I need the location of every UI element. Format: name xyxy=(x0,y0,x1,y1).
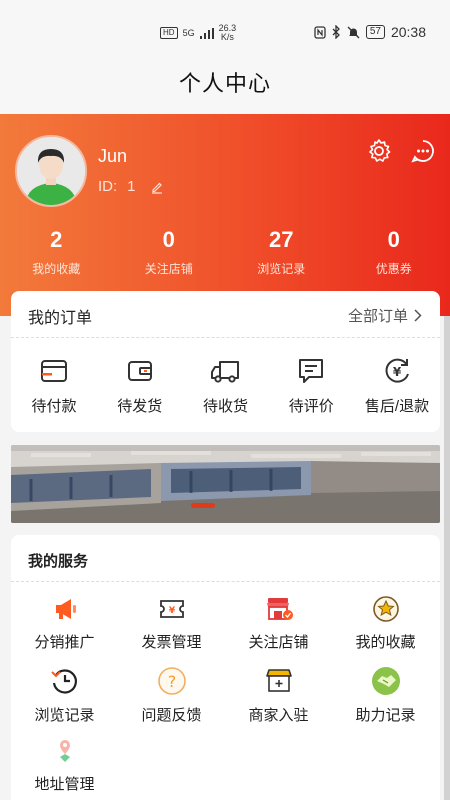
card-icon xyxy=(41,360,67,382)
svg-text:¥: ¥ xyxy=(393,365,402,379)
service-label: 发票管理 xyxy=(141,634,202,651)
all-orders-link[interactable]: 全部订单 xyxy=(348,305,422,326)
order-label: 待收货 xyxy=(202,398,248,415)
service-distribution[interactable]: 分销推广 xyxy=(11,595,118,666)
user-id-value: 1 xyxy=(127,178,136,195)
service-label: 关注店铺 xyxy=(248,634,309,651)
avatar-icon xyxy=(17,137,85,205)
location-icon xyxy=(59,740,70,762)
chevron-right-icon xyxy=(414,309,422,322)
status-bar: HD 5G 26.3 K/s 57 20:38 xyxy=(0,0,450,64)
nfc-icon xyxy=(314,25,326,39)
service-boost-records[interactable]: 助力记录 xyxy=(332,666,439,737)
order-label: 待发货 xyxy=(117,398,163,415)
service-label: 助力记录 xyxy=(355,707,416,724)
star-icon xyxy=(372,596,399,622)
network-indicator: 5G xyxy=(182,28,195,38)
network-speed: 26.3 K/s xyxy=(218,23,237,42)
history-icon xyxy=(50,669,77,694)
invoice-icon: ¥ xyxy=(159,600,184,618)
stat-label: 浏览记录 xyxy=(257,262,306,276)
signal-icon xyxy=(199,27,214,39)
order-pending-review[interactable]: 待评价 xyxy=(276,356,346,416)
svg-text:¥: ¥ xyxy=(168,606,175,616)
services-card: 我的服务 分销推广 ¥ 发票管理 关注店铺 我的收藏 浏览记录 ? 问题反馈 商… xyxy=(11,535,440,800)
services-title: 我的服务 xyxy=(28,553,89,570)
promo-banner[interactable] xyxy=(11,445,440,523)
services-header: 我的服务 xyxy=(11,535,440,582)
order-label: 售后/退款 xyxy=(364,398,430,415)
svg-text:?: ? xyxy=(167,672,176,691)
clock: 20:38 xyxy=(390,24,426,40)
stat-value: 2 xyxy=(50,227,63,252)
page-title: 个人中心 xyxy=(178,71,271,96)
service-address[interactable]: 地址管理 xyxy=(11,737,118,800)
battery-indicator: 57 xyxy=(365,25,385,39)
orders-card: 我的订单 全部订单 待付款 待发货 待收货 待评价 ¥ 售后/退款 xyxy=(11,291,440,432)
stat-label: 我的收藏 xyxy=(32,262,81,276)
stat-coupons[interactable]: 0 优惠券 xyxy=(338,226,450,277)
stat-value: 27 xyxy=(269,227,294,252)
hd-badge: HD xyxy=(160,27,178,39)
stat-value: 0 xyxy=(162,227,175,252)
stat-label: 优惠券 xyxy=(375,262,412,276)
handshake-icon xyxy=(371,667,400,695)
service-label: 地址管理 xyxy=(34,776,95,793)
stat-label: 关注店铺 xyxy=(144,262,193,276)
stat-browse-history[interactable]: 27 浏览记录 xyxy=(225,226,338,277)
username: Jun xyxy=(98,146,128,166)
shop-icon xyxy=(266,598,293,620)
services-grid: 分销推广 ¥ 发票管理 关注店铺 我的收藏 浏览记录 ? 问题反馈 商家入驻 助… xyxy=(11,595,440,800)
order-label: 待付款 xyxy=(31,398,77,415)
stats-row: 2 我的收藏 0 关注店铺 27 浏览记录 0 优惠券 xyxy=(0,226,450,277)
message-icon[interactable] xyxy=(410,138,436,164)
user-id: ID: 1 xyxy=(98,178,164,195)
order-pending-shipment[interactable]: 待发货 xyxy=(105,356,175,416)
service-merchant-join[interactable]: 商家入驻 xyxy=(225,666,332,737)
service-browse-history[interactable]: 浏览记录 xyxy=(11,666,118,737)
mute-bell-icon xyxy=(347,26,360,38)
scrollbar[interactable] xyxy=(444,316,450,800)
status-left: HD 5G 26.3 K/s xyxy=(160,24,236,42)
status-right: 57 20:38 xyxy=(314,24,426,40)
comment-icon xyxy=(299,359,324,383)
order-after-sales[interactable]: ¥ 售后/退款 xyxy=(362,356,432,416)
orders-header: 我的订单 全部订单 xyxy=(11,291,440,338)
service-favorites[interactable]: 我的收藏 xyxy=(332,595,439,666)
edit-icon[interactable] xyxy=(150,180,164,194)
stat-followed-shops[interactable]: 0 关注店铺 xyxy=(113,226,226,277)
truck-icon xyxy=(210,361,239,383)
factory-image xyxy=(11,445,440,523)
service-followed-shops[interactable]: 关注店铺 xyxy=(225,595,332,666)
top-nav-bar: 个人中心 xyxy=(0,64,450,114)
user-id-label: ID: xyxy=(98,178,118,195)
order-status-row: 待付款 待发货 待收货 待评价 ¥ 售后/退款 xyxy=(11,338,440,416)
merchant-icon xyxy=(265,669,292,692)
megaphone-icon xyxy=(55,599,76,619)
service-label: 问题反馈 xyxy=(141,707,202,724)
service-invoice[interactable]: ¥ 发票管理 xyxy=(118,595,225,666)
stat-value: 0 xyxy=(387,227,400,252)
settings-gear-icon[interactable] xyxy=(366,138,392,164)
orders-title: 我的订单 xyxy=(28,310,93,327)
stat-favorites[interactable]: 2 我的收藏 xyxy=(0,226,113,277)
order-label: 待评价 xyxy=(288,398,334,415)
order-pending-receipt[interactable]: 待收货 xyxy=(191,356,261,416)
order-pending-payment[interactable]: 待付款 xyxy=(19,356,89,416)
bluetooth-icon xyxy=(332,25,340,39)
profile-header: Jun ID: 1 2 我的收藏 0 关注店铺 27 浏览记录 0 优惠券 xyxy=(0,114,450,316)
service-feedback[interactable]: ? 问题反馈 xyxy=(118,666,225,737)
avatar[interactable] xyxy=(15,135,87,207)
service-label: 商家入驻 xyxy=(248,707,309,724)
service-label: 分销推广 xyxy=(34,634,95,651)
question-icon: ? xyxy=(157,667,186,695)
service-label: 浏览记录 xyxy=(34,707,95,724)
all-orders-label: 全部订单 xyxy=(347,308,408,325)
wallet-icon xyxy=(127,361,152,381)
refund-icon: ¥ xyxy=(385,358,409,383)
service-label: 我的收藏 xyxy=(355,634,416,651)
